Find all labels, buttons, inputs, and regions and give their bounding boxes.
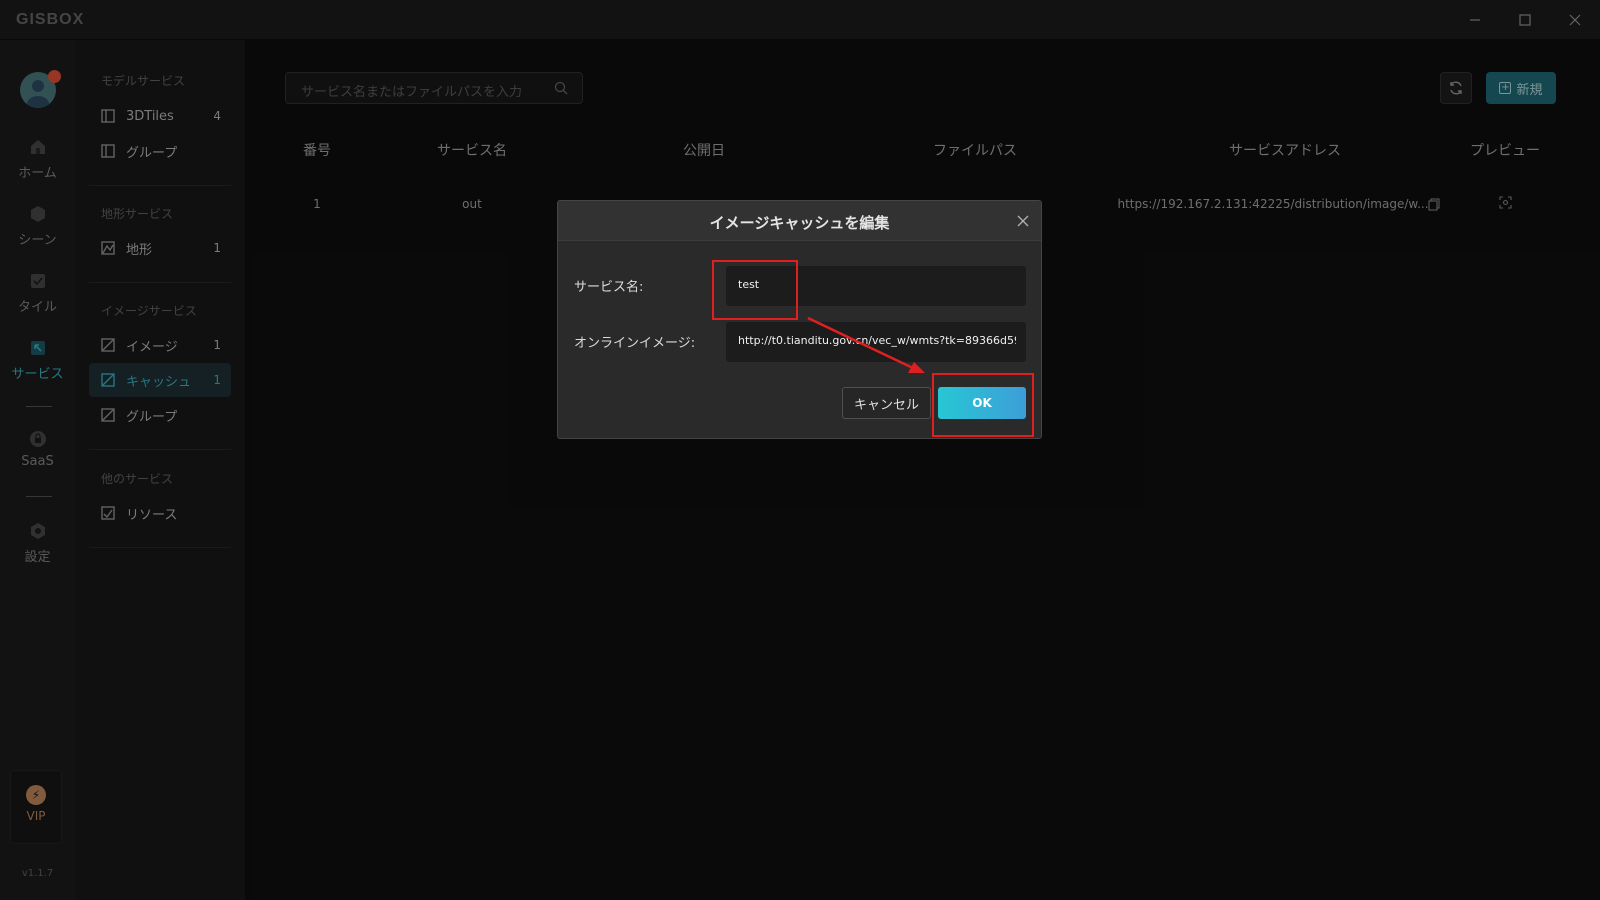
annotation-arrow [807,316,925,373]
